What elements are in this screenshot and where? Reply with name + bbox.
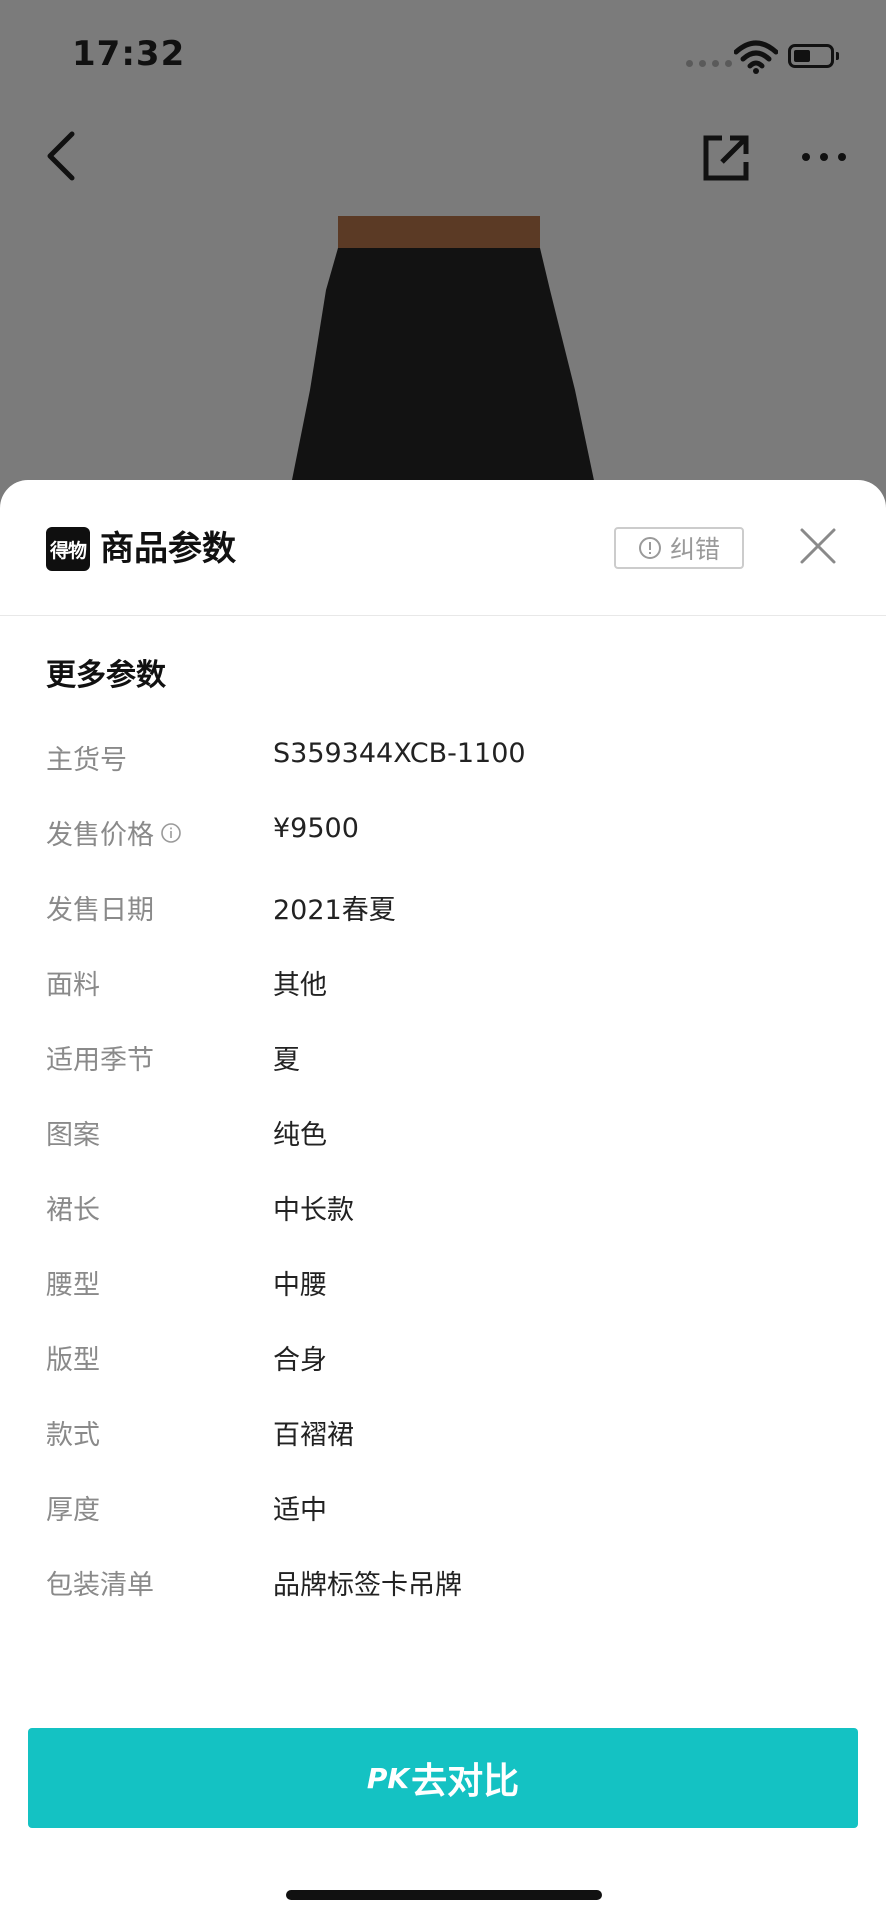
info-icon[interactable]	[160, 822, 182, 844]
param-value: ¥9500	[273, 813, 359, 844]
battery-icon	[788, 44, 839, 68]
param-value: 适中	[273, 1495, 327, 1526]
section-title: 更多参数	[46, 658, 166, 693]
param-row: 主货号 S359344XCB-1100	[0, 720, 886, 795]
param-row: 裙长 中长款	[0, 1170, 886, 1245]
param-label: 版型	[46, 1345, 100, 1376]
param-row: 厚度 适中	[0, 1470, 886, 1545]
app-logo: 得物	[46, 527, 90, 571]
pk-compare-button[interactable]: PK 去对比	[28, 1728, 858, 1828]
param-row: 发售价格 ¥9500	[0, 795, 886, 870]
param-value: S359344XCB-1100	[273, 738, 526, 769]
param-label: 腰型	[46, 1270, 100, 1301]
report-error-button[interactable]: 纠错	[614, 527, 744, 569]
param-row: 版型 合身	[0, 1320, 886, 1395]
param-label: 图案	[46, 1120, 100, 1151]
product-image	[290, 216, 596, 490]
report-label: 纠错	[669, 535, 720, 564]
close-icon[interactable]	[798, 526, 838, 566]
param-value: 百褶裙	[273, 1420, 354, 1451]
param-label: 发售日期	[46, 895, 154, 926]
param-label: 厚度	[46, 1495, 100, 1526]
param-row: 腰型 中腰	[0, 1245, 886, 1320]
report-icon	[638, 537, 661, 559]
param-row: 款式 百褶裙	[0, 1395, 886, 1470]
param-row: 发售日期 2021春夏	[0, 870, 886, 945]
param-value: 纯色	[273, 1120, 327, 1151]
sheet-header: 得物 商品参数 纠错	[0, 480, 886, 616]
param-row: 面料 其他	[0, 945, 886, 1020]
param-row: 包装清单 品牌标签卡吊牌	[0, 1545, 886, 1620]
more-icon[interactable]	[800, 142, 848, 172]
status-time: 17:32	[72, 34, 186, 74]
param-value: 夏	[273, 1045, 300, 1076]
param-label: 主货号	[46, 745, 127, 776]
param-value: 中腰	[273, 1270, 327, 1301]
param-label: 面料	[46, 970, 100, 1001]
param-value: 品牌标签卡吊牌	[273, 1570, 462, 1601]
param-label: 款式	[46, 1420, 100, 1451]
param-label-with-info: 发售价格	[46, 813, 182, 852]
home-indicator	[286, 1890, 602, 1900]
param-value: 合身	[273, 1345, 327, 1376]
sheet-title: 商品参数	[100, 529, 236, 569]
pk-prefix: PK	[366, 1761, 410, 1795]
param-label-text: 发售价格	[46, 820, 154, 851]
params-list: 主货号 S359344XCB-1100 发售价格 ¥9500 发售日期 2021…	[0, 720, 886, 1620]
param-label: 适用季节	[46, 1045, 154, 1076]
pk-label: 去对比	[411, 1761, 520, 1802]
param-value: 2021春夏	[273, 895, 396, 926]
param-label: 包装清单	[46, 1570, 154, 1601]
param-label: 裙长	[46, 1195, 100, 1226]
param-value: 中长款	[273, 1195, 354, 1226]
wifi-icon	[734, 40, 778, 74]
share-icon[interactable]	[702, 134, 750, 182]
status-bar: 17:32	[0, 0, 886, 112]
param-row: 适用季节 夏	[0, 1020, 886, 1095]
signal-icon	[686, 60, 732, 67]
param-value: 其他	[273, 970, 327, 1001]
back-icon[interactable]	[42, 128, 82, 184]
param-row: 图案 纯色	[0, 1095, 886, 1170]
